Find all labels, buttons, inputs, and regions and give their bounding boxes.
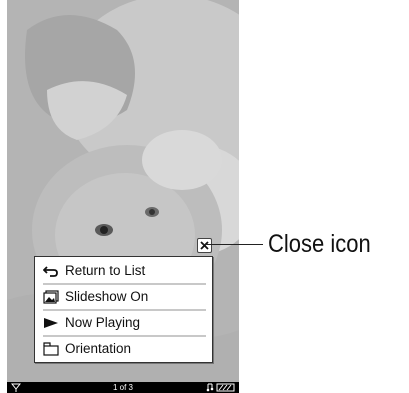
status-bar: 1 of 3 — [7, 382, 239, 393]
page-indicator: 1 of 3 — [112, 383, 133, 392]
orientation-icon — [43, 342, 59, 356]
menu-item-orientation[interactable]: Orientation — [35, 337, 212, 360]
device-screen: Return to List Slideshow On Now Playing — [7, 0, 239, 393]
close-icon — [200, 241, 209, 250]
menu-item-label: Orientation — [65, 341, 132, 356]
menu-item-slideshow-on[interactable]: Slideshow On — [35, 285, 212, 308]
option-menu: Return to List Slideshow On Now Playing — [34, 256, 213, 363]
close-button[interactable] — [197, 238, 212, 253]
menu-item-now-playing[interactable]: Now Playing — [35, 311, 212, 334]
slideshow-icon — [43, 290, 59, 304]
callout-line — [203, 244, 263, 245]
play-icon — [44, 318, 58, 328]
callout-label: Close icon — [268, 230, 371, 258]
menu-item-label: Now Playing — [65, 315, 141, 330]
menu-item-label: Return to List — [65, 263, 146, 278]
menu-item-label: Slideshow On — [65, 289, 149, 304]
return-arrow-icon — [43, 266, 58, 277]
battery-icon — [206, 383, 235, 392]
menu-item-return-to-list[interactable]: Return to List — [35, 259, 212, 282]
